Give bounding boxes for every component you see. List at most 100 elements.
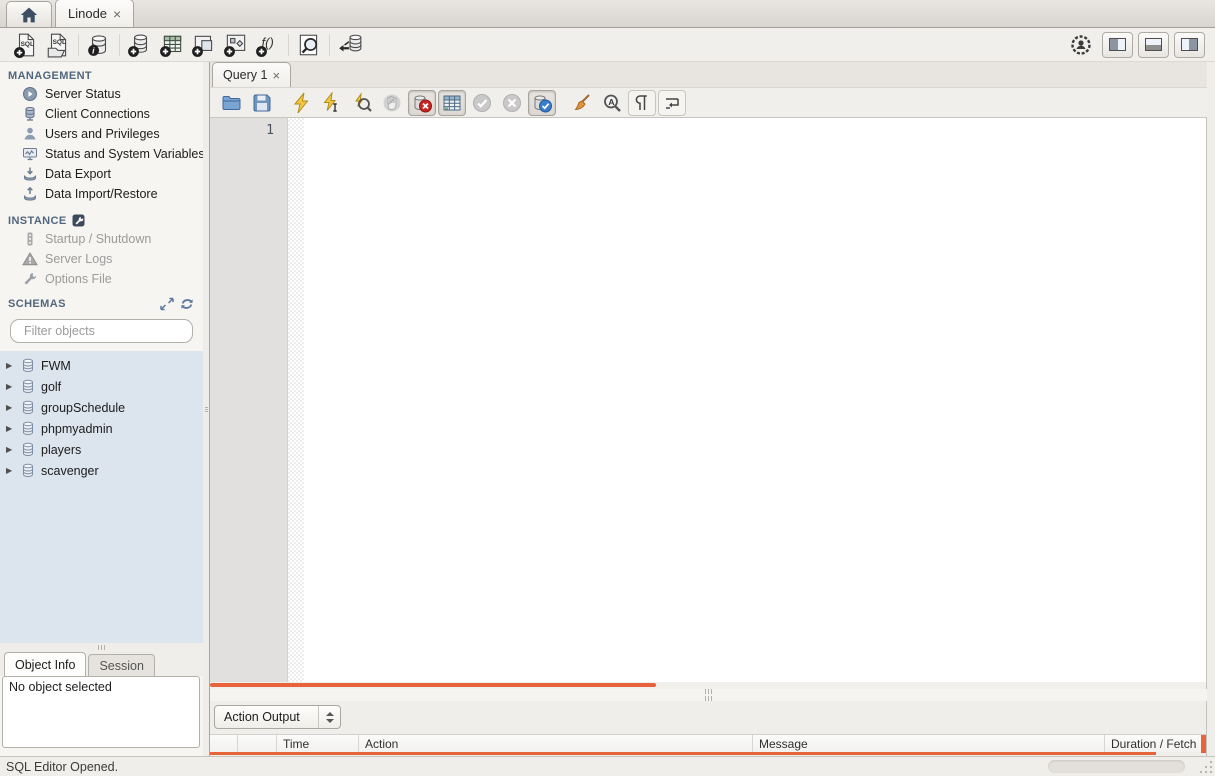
schema-item-players[interactable]: ▶ players: [0, 439, 203, 460]
limit-rows-button[interactable]: [438, 89, 466, 116]
object-info-text: No object selected: [9, 680, 112, 694]
schema-label: golf: [41, 379, 62, 394]
execute-current-button[interactable]: [318, 90, 346, 116]
toggle-autocommit-button[interactable]: [528, 89, 556, 116]
sidebar-item-startup-shutdown[interactable]: Startup / Shutdown: [0, 229, 203, 249]
tab-query-1[interactable]: Query 1 ×: [212, 62, 292, 87]
output-view-selector[interactable]: Action Output: [214, 705, 341, 729]
schema-label: scavenger: [41, 463, 99, 478]
commit-check-icon: [473, 93, 491, 112]
column-header-blank[interactable]: [238, 735, 277, 752]
management-title-label: MANAGEMENT: [8, 70, 93, 82]
editor-hscrollbar-thumb[interactable]: [210, 683, 656, 687]
schema-icon: [23, 421, 33, 436]
sidebar-item-data-export[interactable]: Data Export: [0, 164, 203, 184]
toggle-right-panel-button[interactable]: [1174, 31, 1205, 58]
home-tab[interactable]: [6, 1, 52, 27]
output-hscrollbar-thumb[interactable]: [210, 752, 1157, 755]
connection-tab[interactable]: Linode ×: [55, 0, 135, 27]
editor-hscrollbar[interactable]: [210, 682, 1207, 689]
expander-icon[interactable]: ▶: [6, 382, 15, 391]
editor-text-area[interactable]: [304, 118, 1206, 682]
beautify-broom-icon: [574, 93, 590, 110]
rollback-x-icon: [503, 93, 521, 112]
show-invisibles-button[interactable]: [628, 89, 656, 116]
tab-object-info[interactable]: Object Info: [4, 652, 87, 676]
resize-grip[interactable]: [1198, 759, 1212, 773]
reconnect-database-button[interactable]: [334, 30, 366, 60]
toggle-wrap-button[interactable]: [658, 89, 686, 116]
admin-preferences-button[interactable]: [1065, 30, 1097, 60]
admin-gear-icon: [1071, 34, 1091, 55]
new-function-button[interactable]: f(): [252, 30, 284, 60]
schema-item-golf[interactable]: ▶ golf: [0, 376, 203, 397]
open-script-button[interactable]: [218, 90, 246, 116]
sidebar-item-data-import[interactable]: Data Import/Restore: [0, 184, 203, 204]
find-button[interactable]: A: [598, 90, 626, 116]
schema-item-groupschedule[interactable]: ▶ groupSchedule: [0, 397, 203, 418]
execute-button[interactable]: [288, 90, 316, 116]
open-folder-icon: [222, 95, 241, 110]
object-info-panel: No object selected: [2, 676, 200, 748]
fold-margin: [288, 118, 304, 682]
new-view-button[interactable]: [188, 30, 220, 60]
save-script-button[interactable]: [248, 90, 276, 116]
new-table-button[interactable]: [156, 30, 188, 60]
instance-wrench-badge-icon: [72, 214, 85, 227]
schema-filter-input[interactable]: [24, 324, 185, 338]
schema-item-scavenger[interactable]: ▶ scavenger: [0, 460, 203, 481]
column-header-message[interactable]: Message: [753, 735, 1105, 752]
column-header-blank[interactable]: [210, 735, 238, 752]
schema-icon: [23, 379, 33, 394]
sidebar-item-options-file[interactable]: Options File: [0, 269, 203, 289]
toggle-left-panel-button[interactable]: [1102, 31, 1133, 58]
stop-button[interactable]: [378, 90, 406, 116]
expander-icon[interactable]: ▶: [6, 403, 15, 412]
expander-icon[interactable]: ▶: [6, 424, 15, 433]
sidebar-item-server-status[interactable]: Server Status: [0, 84, 203, 104]
expander-icon[interactable]: ▶: [6, 361, 15, 370]
commit-button[interactable]: [468, 90, 496, 116]
new-procedure-button[interactable]: [220, 30, 252, 60]
schema-list: ▶ FWM ▶ golf ▶ groupSchedule ▶ phpmyadmi…: [0, 351, 203, 643]
sidebar-main-splitter[interactable]: [203, 62, 210, 756]
column-header-time[interactable]: Time: [277, 735, 359, 752]
beautify-button[interactable]: [568, 90, 596, 116]
schema-icon: [23, 463, 33, 478]
column-header-action[interactable]: Action: [359, 735, 753, 752]
editor-output-splitter[interactable]: [210, 689, 1207, 701]
search-objects-button[interactable]: [293, 30, 325, 60]
sidebar-item-server-logs[interactable]: Server Logs: [0, 249, 203, 269]
new-sql-tab-button[interactable]: SQL: [10, 30, 42, 60]
sidebar-splitter[interactable]: [0, 643, 203, 652]
toggle-bottom-panel-button[interactable]: [1138, 31, 1169, 58]
toggle-stop-on-error-button[interactable]: [408, 89, 436, 116]
server-status-icon: [23, 87, 37, 101]
explain-button[interactable]: [348, 90, 376, 116]
output-vscrollbar-thumb[interactable]: [1201, 735, 1206, 753]
rollback-button[interactable]: [498, 90, 526, 116]
column-header-duration[interactable]: Duration / Fetch: [1105, 735, 1206, 752]
sidebar-item-client-connections[interactable]: Client Connections: [0, 104, 203, 124]
schema-item-phpmyadmin[interactable]: ▶ phpmyadmin: [0, 418, 203, 439]
connection-info-button[interactable]: i: [83, 30, 115, 60]
open-sql-script-icon: SQL: [47, 33, 67, 57]
new-schema-button[interactable]: [124, 30, 156, 60]
close-icon[interactable]: ×: [272, 68, 280, 83]
selector-spinner[interactable]: [318, 706, 340, 728]
refresh-schemas-icon[interactable]: [179, 297, 195, 311]
query-tab-label: Query 1: [223, 68, 268, 82]
expander-icon[interactable]: ▶: [6, 466, 15, 475]
tab-session[interactable]: Session: [88, 654, 155, 676]
sidebar-item-status-variables[interactable]: Status and System Variables: [0, 144, 203, 164]
schema-filter-box[interactable]: [10, 319, 193, 343]
expand-panel-icon[interactable]: [159, 297, 175, 311]
close-icon[interactable]: ×: [113, 7, 121, 21]
schema-item-fwm[interactable]: ▶ FWM: [0, 355, 203, 376]
status-bar: SQL Editor Opened.: [0, 756, 1215, 776]
sidebar-item-users-privileges[interactable]: Users and Privileges: [0, 124, 203, 144]
open-sql-script-button[interactable]: SQL: [42, 30, 74, 60]
sql-code-editor[interactable]: 1: [210, 118, 1207, 682]
instance-section-title: INSTANCE: [0, 204, 203, 229]
expander-icon[interactable]: ▶: [6, 445, 15, 454]
